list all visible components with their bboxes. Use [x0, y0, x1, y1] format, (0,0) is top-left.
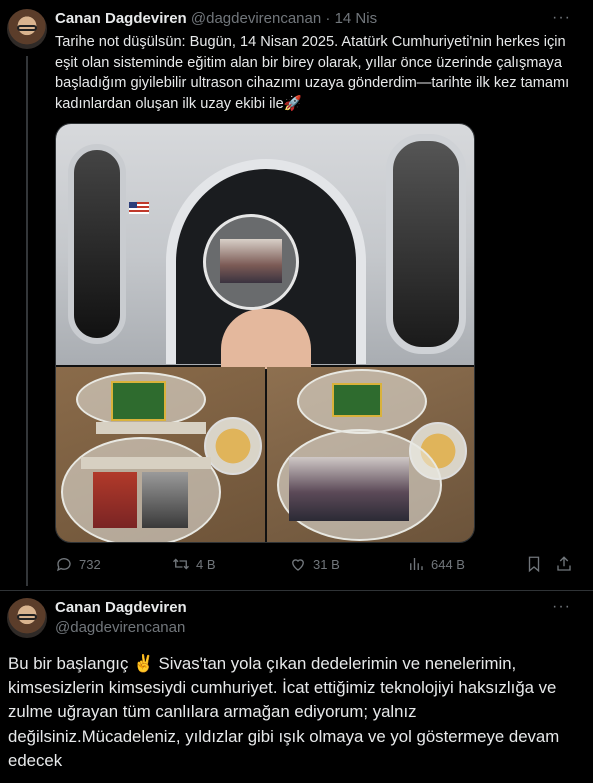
thread-line — [26, 56, 28, 586]
tweet-time[interactable]: 14 Nis — [335, 10, 378, 27]
tweet-text: Tarihe not düşülsün: Bugün, 14 Nisan 202… — [55, 34, 570, 112]
heart-icon — [292, 559, 304, 571]
tweet-media[interactable] — [55, 123, 475, 543]
media-photo-capsule[interactable] — [56, 124, 474, 369]
tweet-header: Canan Dagdeviren @dagdevirencanan · 14 N… — [55, 10, 377, 27]
more-dots-icon[interactable]: ··· — [552, 9, 571, 27]
views-chart-icon — [410, 558, 423, 570]
share-icon — [557, 556, 571, 571]
tweet-text: Bu bir başlangıç ✌️ Sivas'tan yola çıkan… — [8, 654, 560, 770]
author-handle[interactable]: @dagdevirencanan — [55, 618, 187, 638]
retweet-count: 4 B — [196, 556, 216, 572]
us-flag-icon — [129, 202, 149, 214]
tweet-main[interactable]: Canan Dagdeviren @dagdevirencanan · 14 N… — [0, 0, 593, 590]
like-button[interactable]: 31 B — [289, 555, 340, 573]
views-count: 644 B — [431, 556, 465, 572]
avatar[interactable] — [7, 9, 47, 49]
retweet-button[interactable]: 4 B — [172, 555, 216, 573]
reply-button[interactable]: 732 — [55, 555, 101, 573]
share-button[interactable] — [555, 555, 573, 573]
media-photo-device-group[interactable] — [267, 367, 474, 542]
media-photo-device-ataturk[interactable] — [56, 367, 265, 542]
author-name[interactable]: Canan Dagdeviren — [55, 599, 187, 616]
reply-icon — [56, 558, 71, 572]
tweet-divider — [0, 590, 593, 591]
bookmark-icon — [528, 556, 540, 573]
like-count: 31 B — [313, 556, 340, 572]
more-dots-icon[interactable]: ··· — [552, 598, 571, 616]
reply-count: 732 — [79, 556, 101, 572]
avatar[interactable] — [7, 598, 47, 638]
retweet-icon — [173, 558, 189, 570]
author-name[interactable]: Canan Dagdeviren — [55, 10, 187, 27]
separator: · — [325, 10, 331, 27]
tweet-header: Canan Dagdeviren @dagdevirencanan — [55, 598, 187, 638]
bookmark-button[interactable] — [525, 555, 543, 573]
tweet-actions: 732 4 B 31 B 644 B — [55, 555, 575, 575]
views-button[interactable]: 644 B — [407, 555, 465, 573]
author-handle[interactable]: @dagdevirencanan — [191, 10, 321, 27]
